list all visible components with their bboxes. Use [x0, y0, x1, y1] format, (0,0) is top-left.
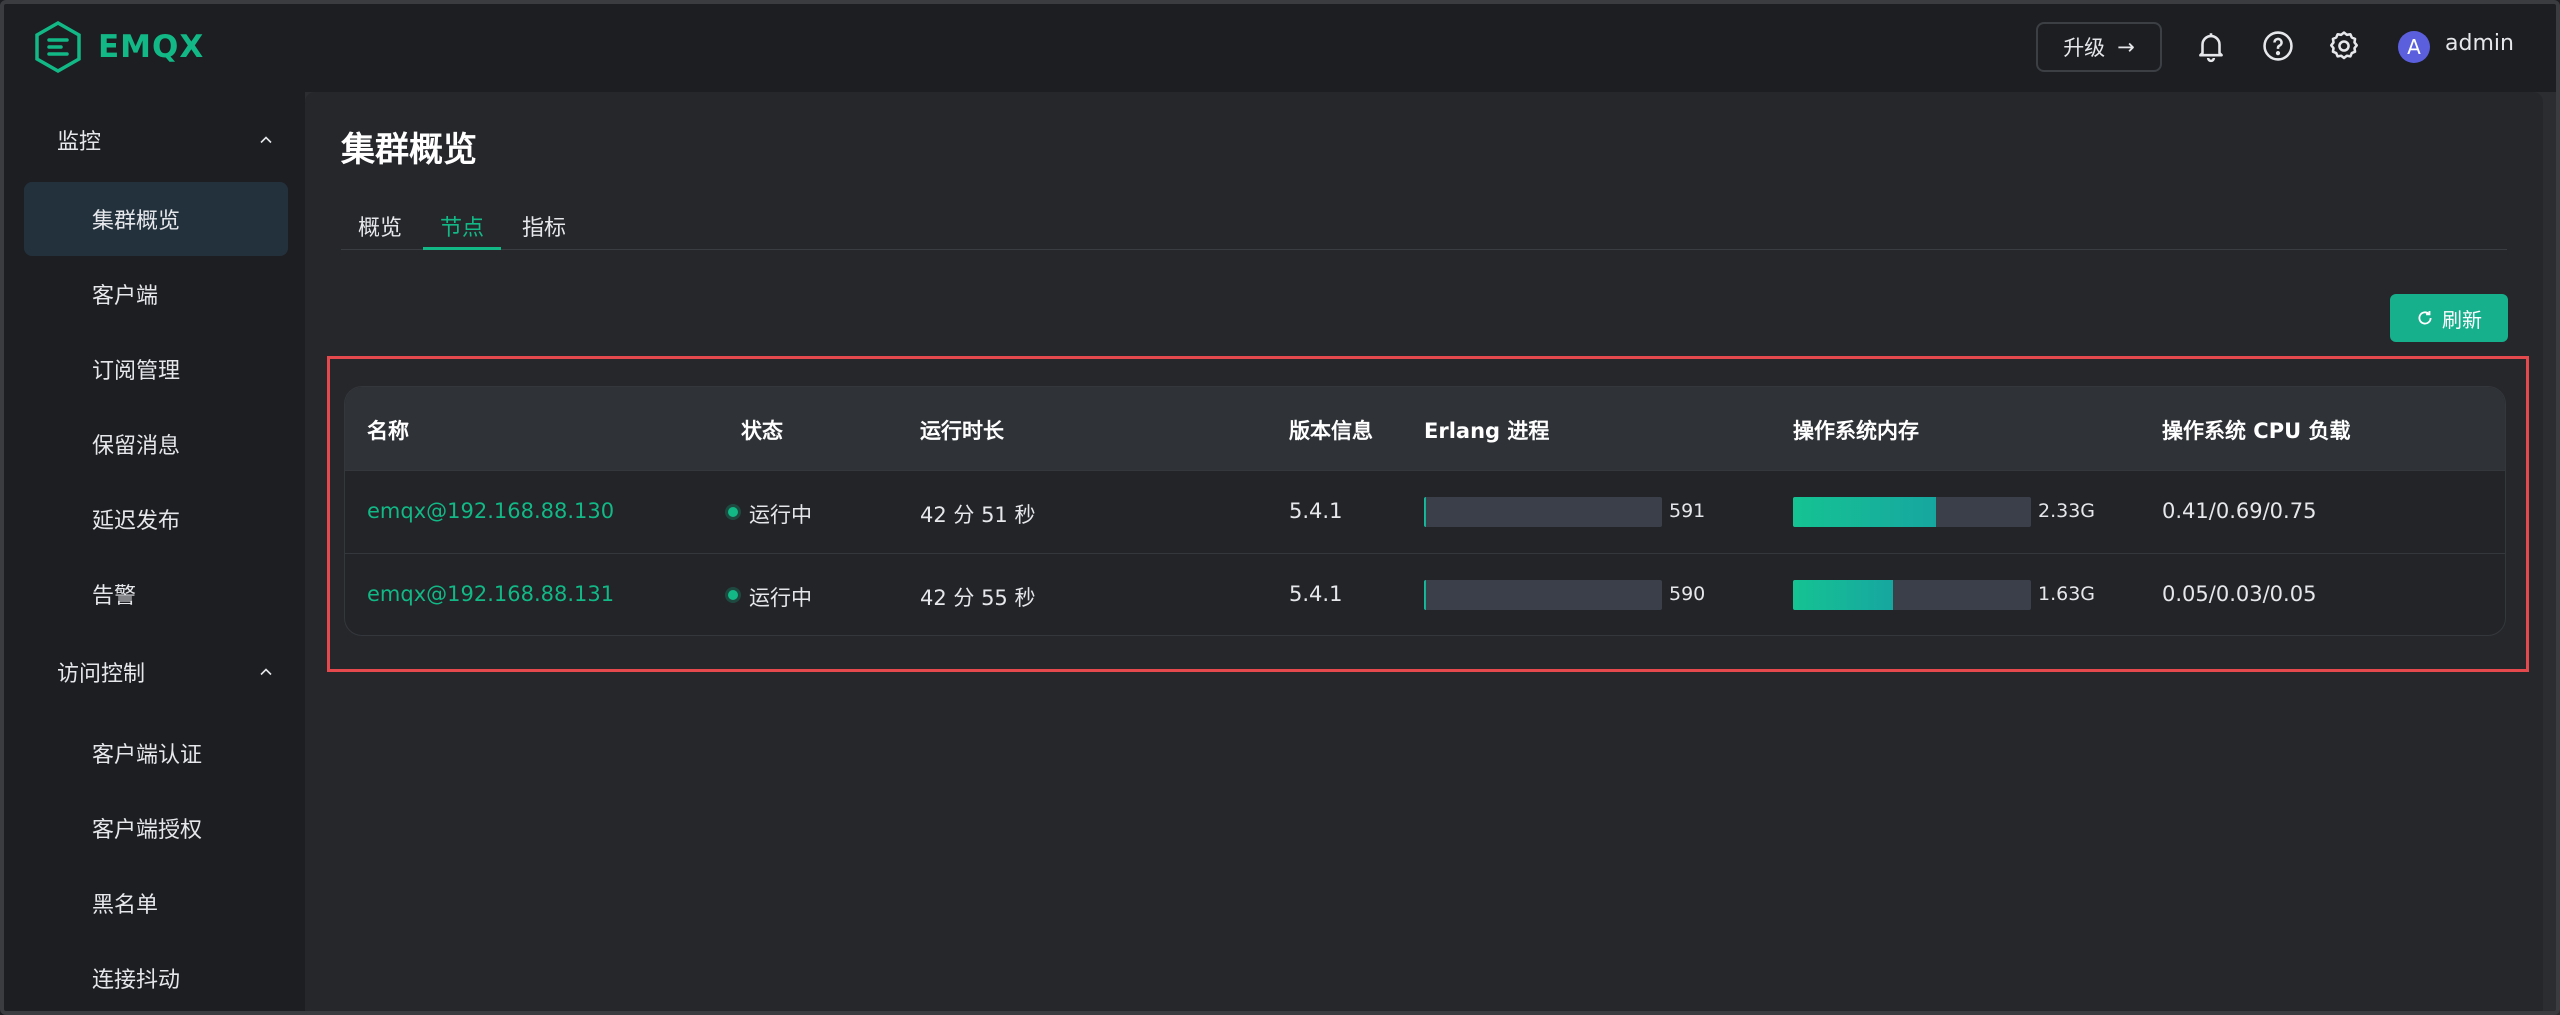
arrow-right-icon: → [2117, 35, 2135, 59]
uptime: 42 分 51 秒 [920, 503, 1036, 527]
refresh-button[interactable]: 刷新 [2390, 294, 2508, 342]
erlang-process-bar-fill [1424, 497, 1427, 527]
erlang-process-count: 590 [1669, 583, 1706, 605]
erlang-process-count: 591 [1669, 500, 1706, 522]
refresh-icon [2418, 311, 2432, 325]
tab-label: 节点 [439, 216, 484, 241]
sidebar-item-label: 延迟发布 [92, 509, 181, 534]
upgrade-button[interactable]: 升级 → [2036, 22, 2162, 72]
emqx-logo-icon [35, 20, 81, 74]
version: 5.4.1 [1289, 499, 1343, 523]
erlang-process-bar [1424, 497, 1662, 527]
sidebar-item-clients[interactable]: 客户端 [24, 257, 288, 331]
sidebar-item-label: 连接抖动 [92, 968, 181, 993]
column-header: 运行时长 [920, 419, 1004, 443]
column-header: 名称 [367, 419, 409, 443]
sidebar-item-authorization[interactable]: 客户端授权 [24, 791, 288, 865]
sidebar-item-label: 客户端授权 [92, 818, 203, 843]
node-name-link[interactable]: emqx@192.168.88.130 [367, 499, 614, 523]
sidebar-item-alarms[interactable]: 告警 [24, 557, 288, 631]
column-header: 操作系统 CPU 负载 [2162, 419, 2351, 443]
sidebar-item-label: 保留消息 [92, 434, 181, 459]
sidebar-item-label: 客户端认证 [92, 743, 203, 768]
table-header: 名称 状态 运行时长 版本信息 Erlang 进程 操作系统内存 操作系统 CP… [345, 387, 2505, 470]
nodes-table: 名称 状态 运行时长 版本信息 Erlang 进程 操作系统内存 操作系统 CP… [344, 386, 2506, 636]
username[interactable]: admin [2445, 31, 2514, 56]
memory-bar [1793, 580, 2031, 610]
uptime: 42 分 55 秒 [920, 586, 1036, 610]
tab-nodes[interactable]: 节点 [423, 210, 501, 250]
sidebar-item-label: 订阅管理 [92, 359, 181, 384]
tab-label: 指标 [521, 216, 566, 241]
sidebar-item-blacklist[interactable]: 黑名单 [24, 866, 288, 940]
sidebar-item-flapping[interactable]: 连接抖动 [24, 941, 288, 1015]
chevron-up-icon [260, 136, 272, 144]
page-title: 集群概览 [341, 130, 477, 170]
table-row: emqx@192.168.88.130 运行中 42 分 51 秒 5.4.1 … [345, 470, 2505, 553]
table-row: emqx@192.168.88.131 运行中 42 分 55 秒 5.4.1 … [345, 553, 2505, 635]
sidebar-group-label: 访问控制 [57, 662, 146, 687]
tab-overview[interactable]: 概览 [341, 210, 419, 250]
status-text: 运行中 [749, 586, 812, 610]
column-header: 状态 [741, 419, 783, 443]
sidebar-item-retained[interactable]: 保留消息 [24, 407, 288, 481]
sidebar-item-subscriptions[interactable]: 订阅管理 [24, 332, 288, 406]
node-name-link[interactable]: emqx@192.168.88.131 [367, 582, 614, 606]
sidebar-item-label: 黑名单 [92, 893, 159, 918]
tab-label: 概览 [357, 216, 402, 241]
sidebar: 监控 集群概览 客户端 订阅管理 保留消息 延迟发布 告警 访问控制 客户端认证… [0, 92, 305, 1015]
avatar[interactable]: A [2398, 31, 2430, 63]
column-header: Erlang 进程 [1424, 419, 1550, 443]
sidebar-group-monitor[interactable]: 监控 [0, 110, 305, 170]
memory-value: 2.33G [2038, 500, 2096, 522]
gear-icon[interactable] [2326, 28, 2362, 64]
sidebar-item-label: 集群概览 [92, 209, 181, 234]
sidebar-group-label: 监控 [57, 130, 102, 155]
refresh-label: 刷新 [2442, 307, 2482, 332]
memory-bar-fill [1793, 497, 1936, 527]
status-dot-icon [728, 507, 738, 517]
column-header: 操作系统内存 [1793, 419, 1919, 443]
chevron-up-icon [260, 668, 272, 676]
cpu-load: 0.05/0.03/0.05 [2162, 582, 2317, 606]
help-icon[interactable] [2260, 28, 2296, 64]
sidebar-item-authentication[interactable]: 客户端认证 [24, 716, 288, 790]
status-dot-icon [728, 590, 738, 600]
tab-bar: 概览 节点 指标 [341, 210, 2507, 250]
sidebar-group-access-control[interactable]: 访问控制 [0, 642, 305, 702]
memory-bar [1793, 497, 2031, 527]
memory-value: 1.63G [2038, 583, 2096, 605]
sidebar-item-label: 告警 [92, 584, 137, 609]
status-text: 运行中 [749, 503, 812, 527]
bell-icon[interactable] [2193, 28, 2229, 64]
erlang-process-bar-fill [1424, 580, 1427, 610]
cpu-load: 0.41/0.69/0.75 [2162, 499, 2317, 523]
top-header: EMQX 升级 → A admin [0, 0, 2560, 92]
emqx-logo[interactable]: EMQX [34, 20, 204, 74]
brand-name: EMQX [98, 29, 205, 65]
sidebar-item-cluster-overview[interactable]: 集群概览 [24, 182, 288, 256]
version: 5.4.1 [1289, 582, 1343, 606]
tab-metrics[interactable]: 指标 [505, 210, 583, 250]
erlang-process-bar [1424, 580, 1662, 610]
upgrade-label: 升级 [2063, 36, 2106, 60]
sidebar-item-delayed[interactable]: 延迟发布 [24, 482, 288, 556]
memory-bar-fill [1793, 580, 1893, 610]
column-header: 版本信息 [1289, 419, 1373, 443]
sidebar-item-label: 客户端 [92, 284, 159, 309]
